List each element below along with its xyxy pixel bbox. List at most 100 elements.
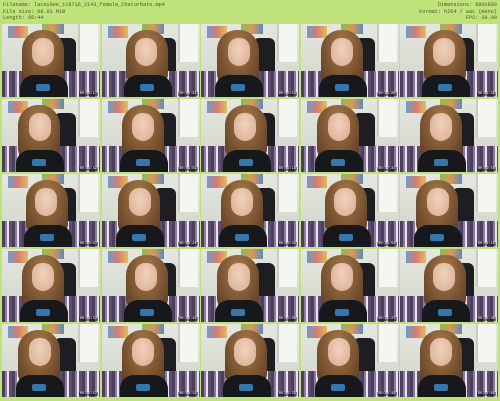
- video-thumbnail: 00:03:58: [300, 174, 399, 247]
- shirt-logo: [135, 384, 150, 391]
- filesize-text: File size: 68.01 MiB: [3, 8, 66, 15]
- video-thumbnail: 00:01:59: [101, 99, 200, 172]
- shirt-logo: [231, 309, 245, 316]
- shirt-logo: [239, 384, 253, 391]
- shirt-logo: [235, 234, 249, 241]
- video-thumbnail: 00:02:33: [300, 99, 399, 172]
- wall-poster: [107, 251, 128, 263]
- video-thumbnail: 00:03:41: [201, 174, 299, 247]
- video-thumbnail: 00:02:16: [201, 99, 299, 172]
- window: [376, 249, 397, 287]
- shirt-logo: [231, 84, 245, 91]
- filename-text: Filename: lacey8ee_118716_2143_female_Ch…: [3, 2, 165, 8]
- video-thumbnail: 00:00:34: [101, 24, 200, 97]
- format-text: Format: h264 / aac (mono): [419, 8, 497, 15]
- window: [78, 99, 98, 137]
- video-thumbnail: 00:00:17: [2, 24, 100, 97]
- person-face: [228, 38, 250, 66]
- dimensions-text: Dimensions: 880x660: [437, 2, 497, 8]
- shirt-logo: [131, 234, 146, 241]
- window: [177, 99, 198, 137]
- wall-poster: [406, 326, 426, 338]
- video-thumbnail: 00:01:42: [2, 99, 100, 172]
- shirt-logo: [330, 159, 345, 166]
- shirt-logo: [139, 84, 154, 91]
- shirt-logo: [438, 84, 452, 91]
- person-face: [433, 38, 455, 66]
- window: [476, 324, 496, 362]
- timestamp-label: 00:00:17: [78, 92, 98, 96]
- person-face: [29, 338, 51, 366]
- shirt-logo: [36, 84, 50, 91]
- timestamp-label: 00:01:08: [377, 92, 397, 96]
- person-face: [234, 338, 256, 366]
- person-face: [330, 263, 353, 291]
- timestamp-label: 00:06:14: [178, 392, 198, 396]
- video-thumbnail: 00:06:31: [201, 324, 299, 397]
- person-face: [430, 338, 452, 366]
- window: [376, 324, 397, 362]
- wall-poster: [107, 101, 128, 113]
- timestamp-label: 00:03:41: [277, 242, 297, 246]
- window: [177, 249, 198, 287]
- person-face: [32, 38, 54, 66]
- info-header: Filename: lacey8ee_118716_2143_female_Ch…: [0, 0, 500, 22]
- window: [277, 324, 297, 362]
- shirt-logo: [139, 309, 154, 316]
- timestamp-label: 00:00:34: [178, 92, 198, 96]
- video-thumbnail: 00:00:51: [201, 24, 299, 97]
- video-thumbnail: 00:06:48: [300, 324, 399, 397]
- wall-poster: [207, 101, 227, 113]
- video-thumbnail: 00:06:14: [101, 324, 200, 397]
- person-face: [327, 113, 350, 141]
- person-face: [131, 113, 154, 141]
- wall-poster: [306, 251, 327, 263]
- shirt-logo: [32, 159, 46, 166]
- window: [277, 249, 297, 287]
- video-thumbnail: 00:05:23: [300, 249, 399, 322]
- person-face: [427, 188, 449, 216]
- file-info-left: Filename: lacey8ee_118716_2143_female_Ch…: [3, 2, 165, 22]
- timestamp-label: 00:01:42: [78, 167, 98, 171]
- window: [177, 324, 198, 362]
- window: [376, 24, 397, 62]
- video-thumbnail: 00:05:06: [201, 249, 299, 322]
- person-face: [231, 188, 253, 216]
- wall-poster: [8, 176, 28, 188]
- timestamp-label: 00:06:48: [377, 392, 397, 396]
- person-face: [327, 338, 350, 366]
- person-face: [330, 38, 353, 66]
- video-thumbnail: 00:03:24: [101, 174, 200, 247]
- shirt-logo: [334, 309, 349, 316]
- person-face: [128, 188, 151, 216]
- wall-poster: [8, 26, 28, 38]
- window: [78, 324, 98, 362]
- wall-poster: [207, 176, 227, 188]
- wall-poster: [207, 326, 227, 338]
- window: [78, 24, 98, 62]
- person-face: [134, 263, 157, 291]
- fps-text: FPS: 30.00: [465, 15, 497, 22]
- shirt-logo: [434, 159, 448, 166]
- person-face: [234, 113, 256, 141]
- wall-poster: [406, 251, 426, 263]
- person-face: [134, 38, 157, 66]
- timestamp-label: 00:01:59: [178, 167, 198, 171]
- timestamp-label: 00:03:24: [178, 242, 198, 246]
- person-face: [35, 188, 57, 216]
- person-face: [32, 263, 54, 291]
- shirt-logo: [338, 234, 353, 241]
- window: [78, 174, 98, 212]
- video-thumbnail: 00:01:08: [300, 24, 399, 97]
- video-thumbnail: 00:05:40: [400, 249, 498, 322]
- wall-poster: [306, 176, 327, 188]
- video-thumbnail: 00:04:49: [101, 249, 200, 322]
- file-info-right: Dimensions: 880x660 Format: h264 / aac (…: [419, 2, 497, 22]
- person-face: [131, 338, 154, 366]
- timestamp-label: 00:06:31: [277, 392, 297, 396]
- window: [177, 174, 198, 212]
- video-thumbnail: 00:03:07: [2, 174, 100, 247]
- video-thumbnail: 00:04:32: [2, 249, 100, 322]
- video-thumbnail: 00:05:57: [2, 324, 100, 397]
- shirt-logo: [36, 309, 50, 316]
